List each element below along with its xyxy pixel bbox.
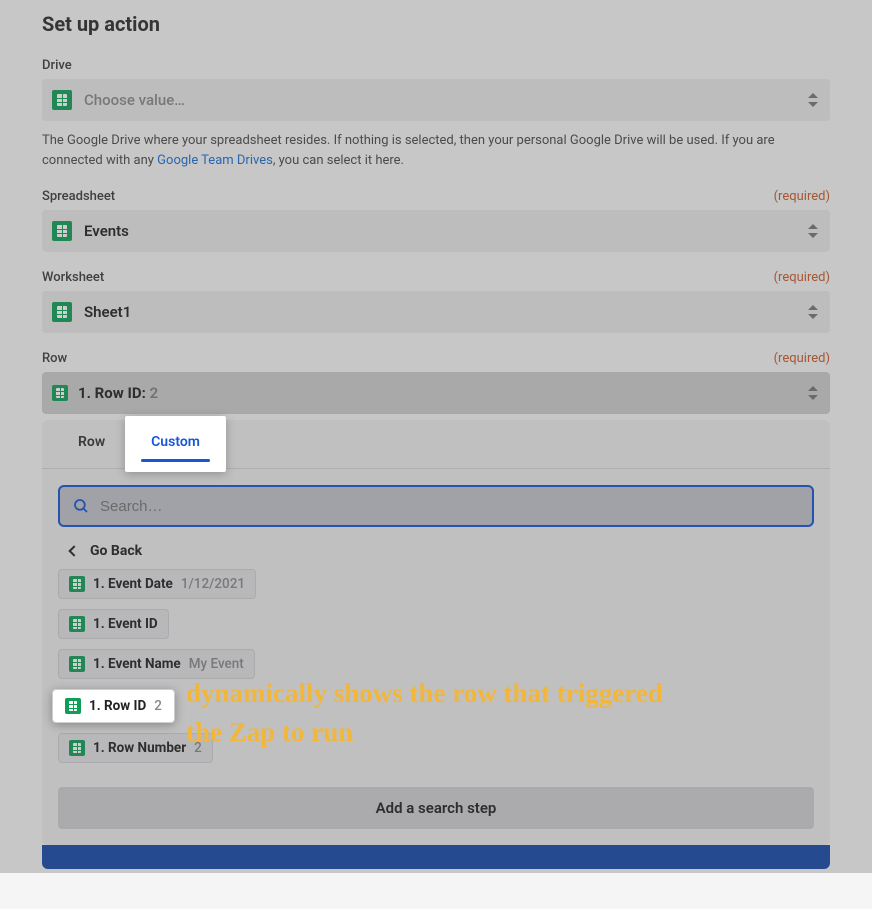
sheets-icon xyxy=(52,385,68,401)
dropdown-tabs: Row Custom xyxy=(42,420,830,469)
worksheet-required: (required) xyxy=(774,270,830,285)
field-worksheet: Worksheet (required) Sheet1 xyxy=(42,270,830,333)
sheets-icon xyxy=(69,740,85,756)
sort-caret-icon xyxy=(808,305,818,319)
sheets-icon xyxy=(52,221,72,241)
sort-caret-icon xyxy=(808,224,818,238)
chevron-left-icon xyxy=(68,546,79,557)
spreadsheet-select[interactable]: Events xyxy=(42,210,830,252)
add-search-step-button[interactable]: Add a search step xyxy=(58,787,814,829)
tab-custom[interactable]: Custom xyxy=(125,416,226,472)
sheets-icon xyxy=(65,698,81,714)
sheets-icon xyxy=(52,302,72,322)
annotation-text: dynamically shows the row that triggered… xyxy=(186,674,686,752)
row-value: 1. Row ID: 2 xyxy=(78,384,158,402)
drive-placeholder: Choose value… xyxy=(84,91,185,109)
sheets-icon xyxy=(69,656,85,672)
search-input[interactable] xyxy=(100,498,800,515)
search-box[interactable] xyxy=(58,485,814,527)
field-row: Row (required) 1. Row ID: 2 xyxy=(42,351,830,414)
row-select[interactable]: 1. Row ID: 2 xyxy=(42,372,830,414)
sort-caret-icon xyxy=(808,386,818,400)
sheets-icon xyxy=(69,576,85,592)
drive-label: Drive xyxy=(42,58,72,73)
row-required: (required) xyxy=(774,351,830,366)
spreadsheet-value: Events xyxy=(84,222,129,240)
sheets-icon xyxy=(52,90,72,110)
worksheet-select[interactable]: Sheet1 xyxy=(42,291,830,333)
sheets-icon xyxy=(69,616,85,632)
spreadsheet-required: (required) xyxy=(774,189,830,204)
search-icon xyxy=(72,497,90,515)
field-spreadsheet: Spreadsheet (required) Events xyxy=(42,189,830,252)
tab-row[interactable]: Row xyxy=(58,420,125,468)
drive-help: The Google Drive where your spreadsheet … xyxy=(42,131,830,171)
row-label: Row xyxy=(42,351,67,366)
go-back-button[interactable]: Go Back xyxy=(42,543,830,569)
worksheet-label: Worksheet xyxy=(42,270,104,285)
team-drives-link[interactable]: Google Team Drives xyxy=(157,153,273,168)
row-dropdown-panel: Row Custom Go Back 1. Event Date 1/12/20… xyxy=(42,420,830,845)
spreadsheet-label: Spreadsheet xyxy=(42,189,115,204)
sort-caret-icon xyxy=(808,93,818,107)
option-event-date[interactable]: 1. Event Date 1/12/2021 xyxy=(58,569,256,599)
option-event-id[interactable]: 1. Event ID xyxy=(58,609,169,639)
page-title: Set up action xyxy=(42,12,830,36)
save-continue-bar[interactable] xyxy=(42,845,830,869)
option-row-id[interactable]: 1. Row ID 2 xyxy=(52,689,175,723)
worksheet-value: Sheet1 xyxy=(84,303,131,321)
field-drive: Drive Choose value… The Google Drive whe… xyxy=(42,58,830,171)
drive-select[interactable]: Choose value… xyxy=(42,79,830,121)
